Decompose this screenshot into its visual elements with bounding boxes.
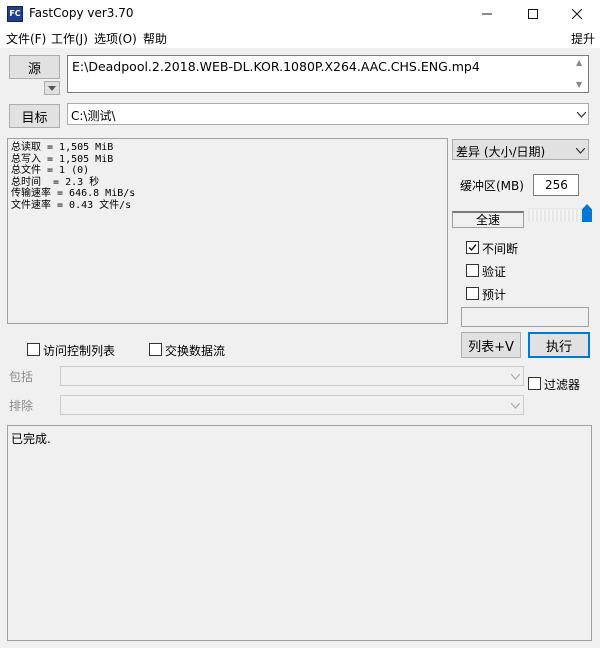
stat-line: 传输速率 = 646.8 MiB/s (11, 188, 136, 199)
minimize-button[interactable] (464, 0, 510, 28)
triangle-down-icon (48, 85, 56, 91)
exclude-filter-combo[interactable] (60, 395, 524, 415)
list-verify-button[interactable]: 列表+V (461, 332, 521, 358)
buffer-size-value: 256 (545, 178, 568, 192)
close-button[interactable] (554, 0, 600, 28)
exclude-label: 排除 (9, 399, 34, 413)
acl-label: 访问控制列表 (43, 344, 116, 358)
log-panel: 已完成. (7, 425, 592, 641)
minimize-icon (482, 13, 492, 15)
stream-label: 交换数据流 (165, 344, 226, 358)
menu-help[interactable]: 帮助 (143, 30, 167, 47)
menu-file[interactable]: 文件(F) (6, 30, 46, 47)
target-path-text: C:\测试\ (71, 109, 116, 123)
app-icon: FC (7, 6, 23, 22)
speed-slider-thumb[interactable] (582, 204, 592, 222)
copy-mode-select[interactable]: 差异 (大小/日期) (452, 139, 589, 160)
speed-label: 全速 (452, 211, 524, 228)
scroll-down-icon[interactable]: ▼ (576, 80, 582, 89)
maximize-icon (528, 9, 538, 19)
estimate-checkbox[interactable] (466, 287, 479, 300)
stat-line: 总写入 = 1,505 MiB (11, 153, 114, 165)
acl-checkbox[interactable] (27, 343, 40, 356)
maximize-button[interactable] (510, 0, 556, 28)
target-path-combo[interactable]: C:\测试\ (67, 103, 589, 125)
filter-checkbox[interactable] (528, 377, 541, 390)
chevron-down-icon (511, 374, 520, 380)
copy-mode-value: 差异 (大小/日期) (456, 145, 546, 159)
target-button[interactable]: 目标 (9, 104, 60, 128)
verify-checkbox[interactable] (466, 264, 479, 277)
scroll-up-icon[interactable]: ▲ (576, 58, 582, 67)
include-label: 包括 (9, 370, 34, 384)
nonstop-checkbox[interactable] (466, 241, 479, 254)
source-path-field[interactable]: E:\Deadpool.2.2018.WEB-DL.KOR.1080P.X264… (67, 55, 589, 93)
menu-raise[interactable]: 提升 (571, 30, 595, 47)
source-button[interactable]: 源 (9, 55, 60, 79)
chevron-down-icon (576, 148, 585, 154)
stat-line: 总读取 = 1,505 MiB (11, 142, 114, 153)
source-path-text: E:\Deadpool.2.2018.WEB-DL.KOR.1080P.X264… (72, 59, 480, 74)
stat-line: 总时间 = 2.3 秒 (11, 176, 100, 188)
status-field (461, 307, 589, 327)
window-title: FastCopy ver3.70 (29, 6, 134, 20)
chevron-down-icon (511, 403, 520, 409)
log-text: 已完成. (11, 432, 51, 446)
close-icon (572, 9, 582, 19)
checkmark-icon (468, 244, 477, 252)
source-history-dropdown[interactable] (44, 81, 60, 95)
speed-slider-track[interactable] (528, 208, 590, 222)
stat-line: 文件速率 = 0.43 文件/s (11, 199, 132, 211)
menu-options[interactable]: 选项(O) (94, 30, 137, 47)
menu-work[interactable]: 工作(J) (51, 30, 88, 47)
menu-bar (0, 28, 600, 48)
nonstop-label: 不间断 (482, 242, 519, 256)
buffer-size-input[interactable]: 256 (533, 174, 579, 196)
filter-label: 过滤器 (544, 378, 581, 392)
execute-button[interactable]: 执行 (528, 332, 590, 358)
stats-panel: 总读取 = 1,505 MiB 总写入 = 1,505 MiB 总文件 = 1 (0… (7, 138, 448, 324)
stream-checkbox[interactable] (149, 343, 162, 356)
estimate-label: 预计 (482, 288, 507, 302)
chevron-down-icon (577, 112, 586, 118)
buffer-label: 缓冲区(MB) (460, 179, 524, 193)
verify-label: 验证 (482, 265, 507, 279)
stat-line: 总文件 = 1 (0) (11, 165, 90, 176)
include-filter-combo[interactable] (60, 366, 524, 386)
